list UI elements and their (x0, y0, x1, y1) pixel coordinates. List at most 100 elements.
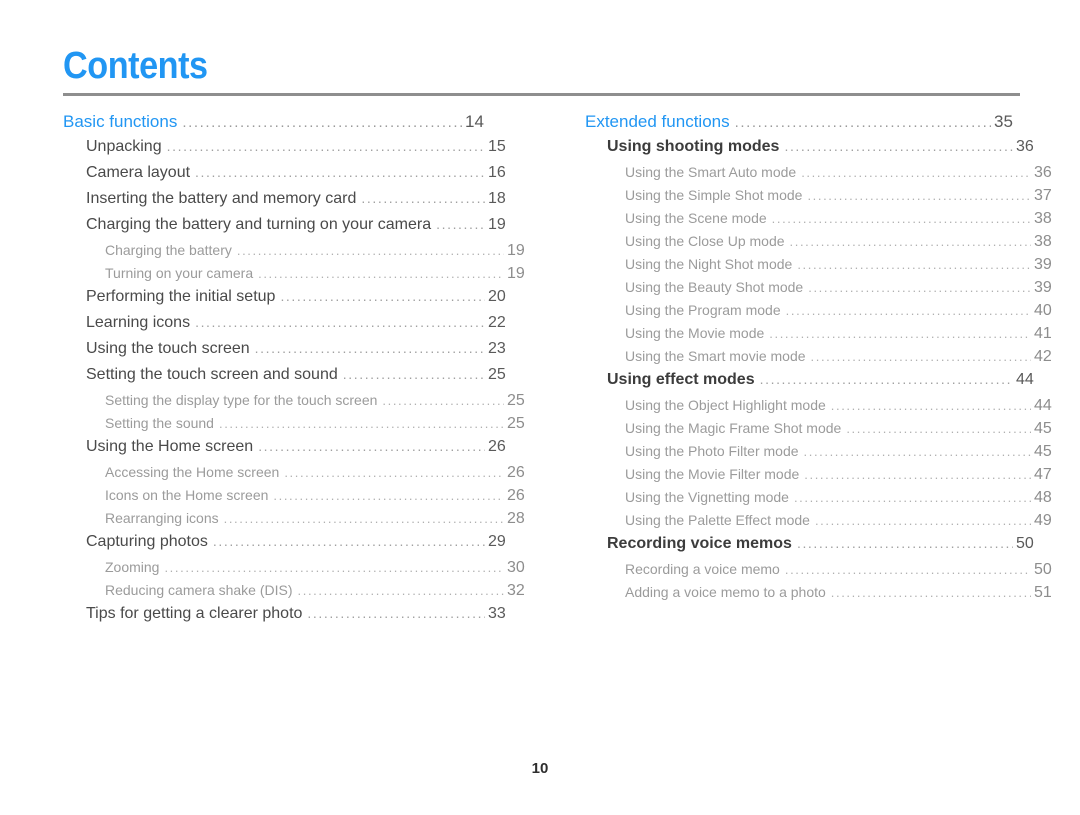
toc-leader-dots: ........................................… (164, 561, 504, 574)
toc-entry[interactable]: Using the touch screen..................… (63, 340, 516, 366)
toc-entry[interactable]: Tips for getting a clearer photo........… (63, 605, 516, 631)
toc-entry[interactable]: Charging the battery and turning on your… (63, 216, 516, 242)
toc-entry-label: Camera layout (86, 164, 191, 181)
toc-leader-dots: ........................................… (342, 367, 485, 381)
toc-entry-label: Using the Smart movie mode (625, 348, 806, 364)
toc-entry[interactable]: Performing the initial setup............… (63, 288, 516, 314)
toc-leader-dots: ........................................… (789, 235, 1031, 248)
toc-entry[interactable]: Using the Scene mode....................… (585, 210, 1062, 233)
toc-entry[interactable]: Using the Home screen...................… (63, 438, 516, 464)
toc-entry[interactable]: Using shooting modes....................… (585, 138, 1044, 164)
toc-entry-label: Using the Program mode (625, 302, 781, 318)
toc-entry-label: Charging the battery (105, 242, 232, 258)
toc-entry[interactable]: Reducing camera shake (DIS).............… (63, 582, 535, 605)
toc-entry[interactable]: Turning on your camera..................… (63, 265, 535, 288)
toc-entry-label: Icons on the Home screen (105, 487, 269, 503)
toc-entry-label: Recording voice memos (607, 535, 792, 552)
toc-entry[interactable]: Using the Palette Effect mode...........… (585, 512, 1062, 535)
toc-entry-page-number: 44 (1016, 371, 1034, 388)
toc-entry[interactable]: Extended functions......................… (585, 112, 1022, 138)
toc-entry-page-number: 48 (1034, 489, 1052, 506)
toc-entry[interactable]: Using the Night Shot mode...............… (585, 256, 1062, 279)
toc-entry[interactable]: Using the Magic Frame Shot mode.........… (585, 420, 1062, 443)
toc-entry-page-number: 47 (1034, 466, 1052, 483)
toc-leader-dots: ........................................… (846, 422, 1031, 435)
toc-leader-dots: ........................................… (830, 586, 1031, 599)
toc-leader-dots: ........................................… (258, 267, 504, 280)
toc-leader-dots: ........................................… (793, 491, 1031, 504)
toc-leader-dots: ........................................… (212, 534, 485, 548)
toc-entry[interactable]: Using the Beauty Shot mode..............… (585, 279, 1062, 302)
toc-entry[interactable]: Rearranging icons.......................… (63, 510, 535, 533)
toc-entry-label: Using the Scene mode (625, 210, 767, 226)
toc-entry-page-number: 26 (507, 464, 525, 481)
toc-leader-dots: ........................................… (236, 244, 504, 257)
toc-entry-page-number: 50 (1034, 561, 1052, 578)
toc-entry-page-number: 37 (1034, 187, 1052, 204)
toc-entry[interactable]: Basic functions.........................… (63, 112, 493, 138)
toc-entry[interactable]: Camera layout...........................… (63, 164, 516, 190)
toc-leader-dots: ........................................… (814, 514, 1031, 527)
toc-entry-page-number: 38 (1034, 233, 1052, 250)
toc-entry-page-number: 16 (488, 164, 506, 181)
toc-entry[interactable]: Unpacking...............................… (63, 138, 516, 164)
toc-leader-dots: ........................................… (218, 417, 504, 430)
toc-entry[interactable]: Using the Movie mode....................… (585, 325, 1062, 348)
toc-entry[interactable]: Capturing photos........................… (63, 533, 516, 559)
toc-entry[interactable]: Adding a voice memo to a photo..........… (585, 584, 1062, 607)
toc-column-right: Extended functions......................… (585, 112, 1052, 607)
toc-entry-page-number: 36 (1016, 138, 1034, 155)
toc-entry[interactable]: Setting the touch screen and sound......… (63, 366, 516, 392)
toc-leader-dots: ........................................… (808, 281, 1031, 294)
toc-entry-label: Turning on your camera (105, 265, 254, 281)
toc-leader-dots: ........................................… (803, 445, 1031, 458)
page-title: Contents (63, 45, 208, 87)
toc-entry[interactable]: Setting the sound.......................… (63, 415, 535, 438)
toc-entry-label: Adding a voice memo to a photo (625, 584, 826, 600)
toc-entry[interactable]: Recording voice memos...................… (585, 535, 1044, 561)
toc-leader-dots: ........................................… (254, 341, 485, 355)
toc-entry-page-number: 36 (1034, 164, 1052, 181)
toc-entry[interactable]: Using the Photo Filter mode.............… (585, 443, 1062, 466)
toc-entry-label: Tips for getting a clearer photo (86, 605, 303, 622)
toc-entry[interactable]: Zooming.................................… (63, 559, 535, 582)
toc-leader-dots: ........................................… (382, 394, 504, 407)
toc-entry-page-number: 39 (1034, 256, 1052, 273)
toc-entry[interactable]: Using the Smart Auto mode...............… (585, 164, 1062, 187)
toc-entry-page-number: 40 (1034, 302, 1052, 319)
toc-entry[interactable]: Charging the battery....................… (63, 242, 535, 265)
toc-entry[interactable]: Icons on the Home screen................… (63, 487, 535, 510)
toc-entry[interactable]: Learning icons..........................… (63, 314, 516, 340)
toc-entry-label: Inserting the battery and memory card (86, 190, 357, 207)
toc-leader-dots: ........................................… (796, 536, 1013, 550)
toc-entry-label: Accessing the Home screen (105, 464, 280, 480)
toc-entry[interactable]: Setting the display type for the touch s… (63, 392, 535, 415)
toc-entry[interactable]: Using the Vignetting mode...............… (585, 489, 1062, 512)
toc-entry[interactable]: Accessing the Home screen...............… (63, 464, 535, 487)
toc-entry-page-number: 32 (507, 582, 525, 599)
toc-leader-dots: ........................................… (804, 468, 1031, 481)
toc-entry[interactable]: Recording a voice memo..................… (585, 561, 1062, 584)
toc-entry[interactable]: Using the Smart movie mode..............… (585, 348, 1062, 371)
toc-entry-page-number: 19 (507, 265, 525, 282)
toc-entry[interactable]: Using the Close Up mode.................… (585, 233, 1062, 256)
toc-entry[interactable]: Using effect modes......................… (585, 371, 1044, 397)
toc-leader-dots: ........................................… (807, 189, 1031, 202)
toc-entry-label: Basic functions (63, 112, 178, 131)
toc-leader-dots: ........................................… (280, 289, 485, 303)
toc-entry[interactable]: Using the Program mode..................… (585, 302, 1062, 325)
toc-leader-dots: ........................................… (797, 258, 1031, 271)
toc-entry-page-number: 39 (1034, 279, 1052, 296)
toc-entry-label: Recording a voice memo (625, 561, 780, 577)
toc-entry[interactable]: Inserting the battery and memory card...… (63, 190, 516, 216)
toc-leader-dots: ........................................… (830, 399, 1031, 412)
toc-leader-dots: ........................................… (784, 563, 1031, 576)
toc-entry[interactable]: Using the Simple Shot mode..............… (585, 187, 1062, 210)
toc-entry-label: Using the Night Shot mode (625, 256, 793, 272)
toc-entry-page-number: 25 (507, 392, 525, 409)
toc-entry-page-number: 18 (488, 190, 506, 207)
toc-entry[interactable]: Using the Object Highlight mode.........… (585, 397, 1062, 420)
toc-entry-label: Using the Movie Filter mode (625, 466, 800, 482)
toc-entry-page-number: 33 (488, 605, 506, 622)
toc-entry[interactable]: Using the Movie Filter mode.............… (585, 466, 1062, 489)
